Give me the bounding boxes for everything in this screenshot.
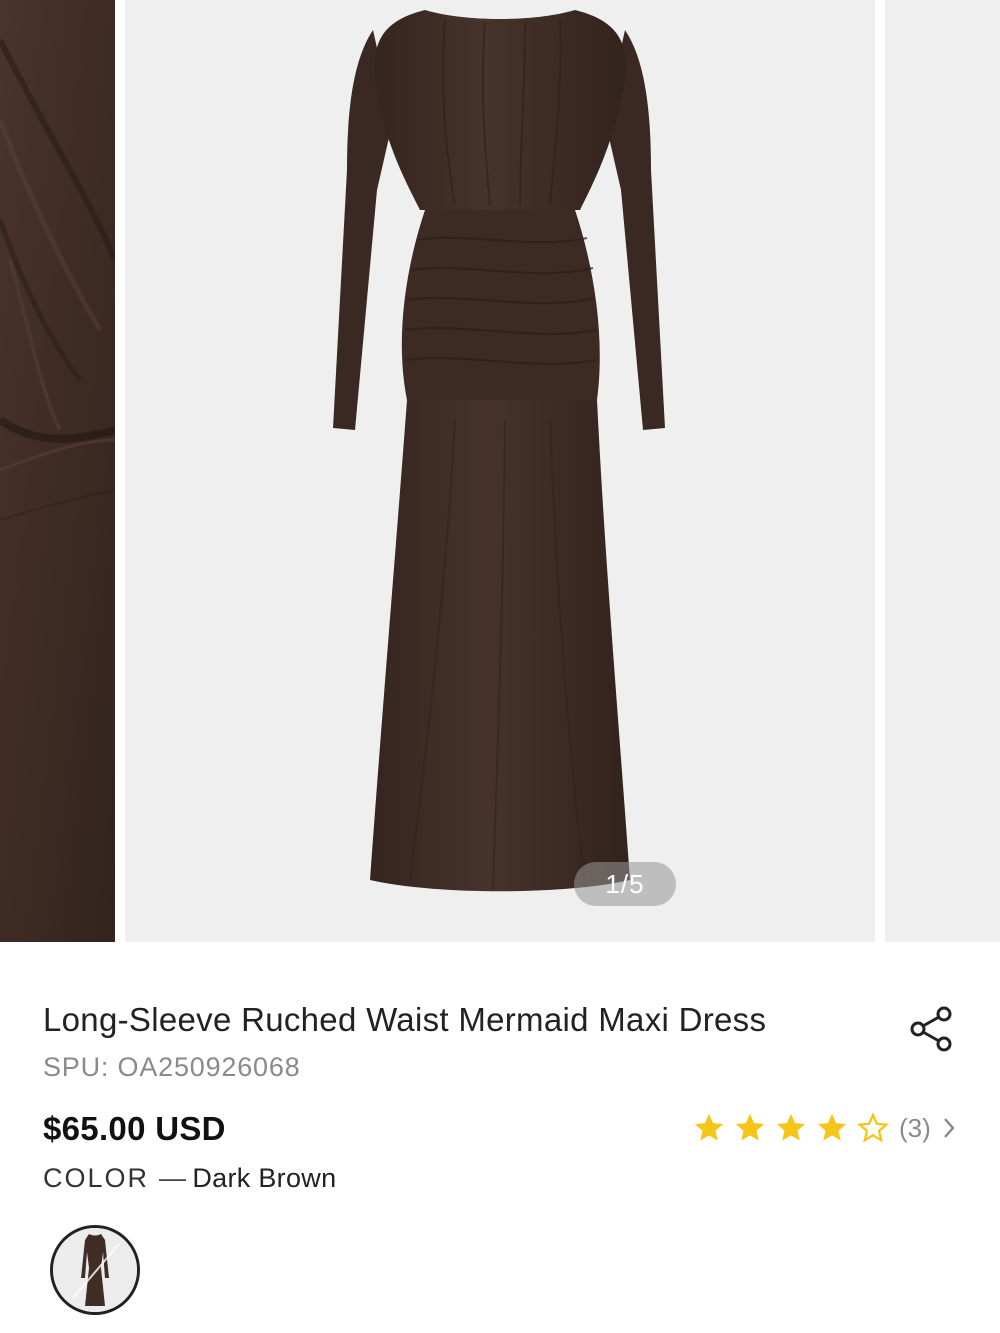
star-filled-icon — [817, 1113, 847, 1141]
color-separator: — — [159, 1163, 187, 1193]
gallery-main-slide[interactable]: 1/5 — [125, 0, 875, 942]
gallery-prev-slide[interactable] — [0, 0, 115, 942]
color-value: Dark Brown — [192, 1163, 337, 1193]
fabric-closeup-image — [0, 0, 115, 942]
dress-product-image — [333, 10, 665, 892]
rating-summary[interactable]: (3) — [692, 1108, 959, 1148]
star-outline-icon — [856, 1112, 890, 1143]
star-filled-icon — [776, 1113, 806, 1141]
chevron-right-icon — [943, 1118, 955, 1138]
color-selection-label: COLOR — Dark Brown — [43, 1163, 336, 1194]
image-gallery[interactable]: 1/5 — [0, 0, 1000, 942]
gallery-counter: 1/5 — [574, 862, 676, 906]
share-icon[interactable] — [908, 1004, 956, 1054]
gallery-next-slide[interactable] — [885, 0, 1000, 942]
swatch-dress-thumbnail — [53, 1228, 137, 1312]
star-filled-icon — [694, 1113, 724, 1141]
product-price: $65.00 USD — [43, 1110, 226, 1147]
product-spu: SPU: OA250926068 — [43, 1052, 301, 1082]
star-filled-icon — [735, 1113, 765, 1141]
product-title: Long-Sleeve Ruched Waist Mermaid Maxi Dr… — [43, 1001, 767, 1038]
review-count: (3) — [899, 1112, 931, 1143]
color-label: COLOR — [43, 1163, 150, 1193]
color-swatch-dark-brown[interactable] — [50, 1225, 140, 1315]
